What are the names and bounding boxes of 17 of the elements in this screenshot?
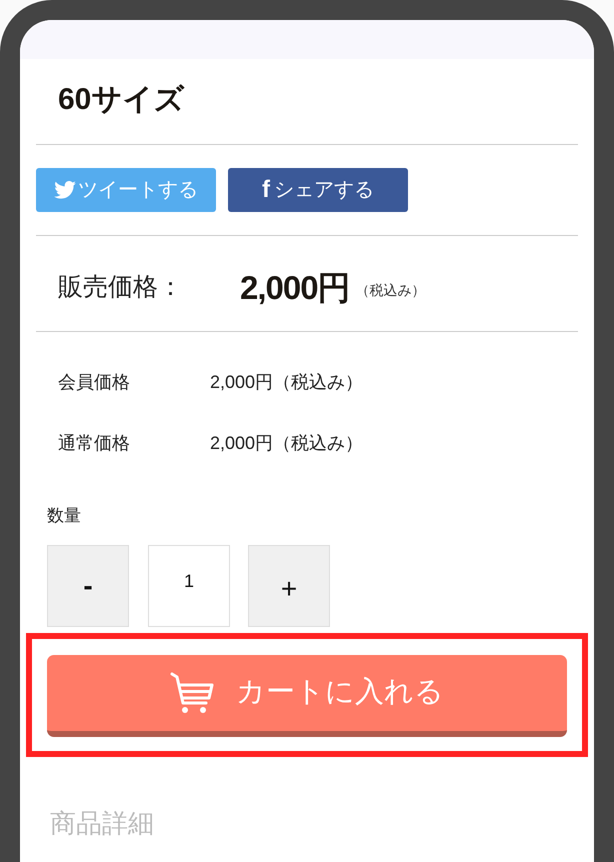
f-icon: f xyxy=(262,178,270,202)
price-value: 2,000円（税込み） xyxy=(210,432,364,455)
cart-icon xyxy=(170,671,214,715)
quantity-field[interactable]: 1 xyxy=(148,545,230,627)
price-label: 会員価格 xyxy=(58,371,131,394)
section-heading: 商品詳細 xyxy=(49,807,154,839)
sale-price: 2,000円 xyxy=(240,268,350,308)
price-value: 2,000円（税込み） xyxy=(210,371,364,394)
price-label: 販売価格： xyxy=(58,272,184,303)
decrement-button[interactable]: - xyxy=(47,545,129,627)
tax-note: （税込み） xyxy=(356,281,426,300)
product-title: 60サイズ xyxy=(57,82,186,118)
price-label: 通常価格 xyxy=(58,432,131,455)
quantity-label: 数量 xyxy=(46,505,81,527)
share-button[interactable]: f シェアする xyxy=(228,168,408,212)
increment-button[interactable]: + xyxy=(248,545,330,627)
bird-icon xyxy=(54,181,76,199)
